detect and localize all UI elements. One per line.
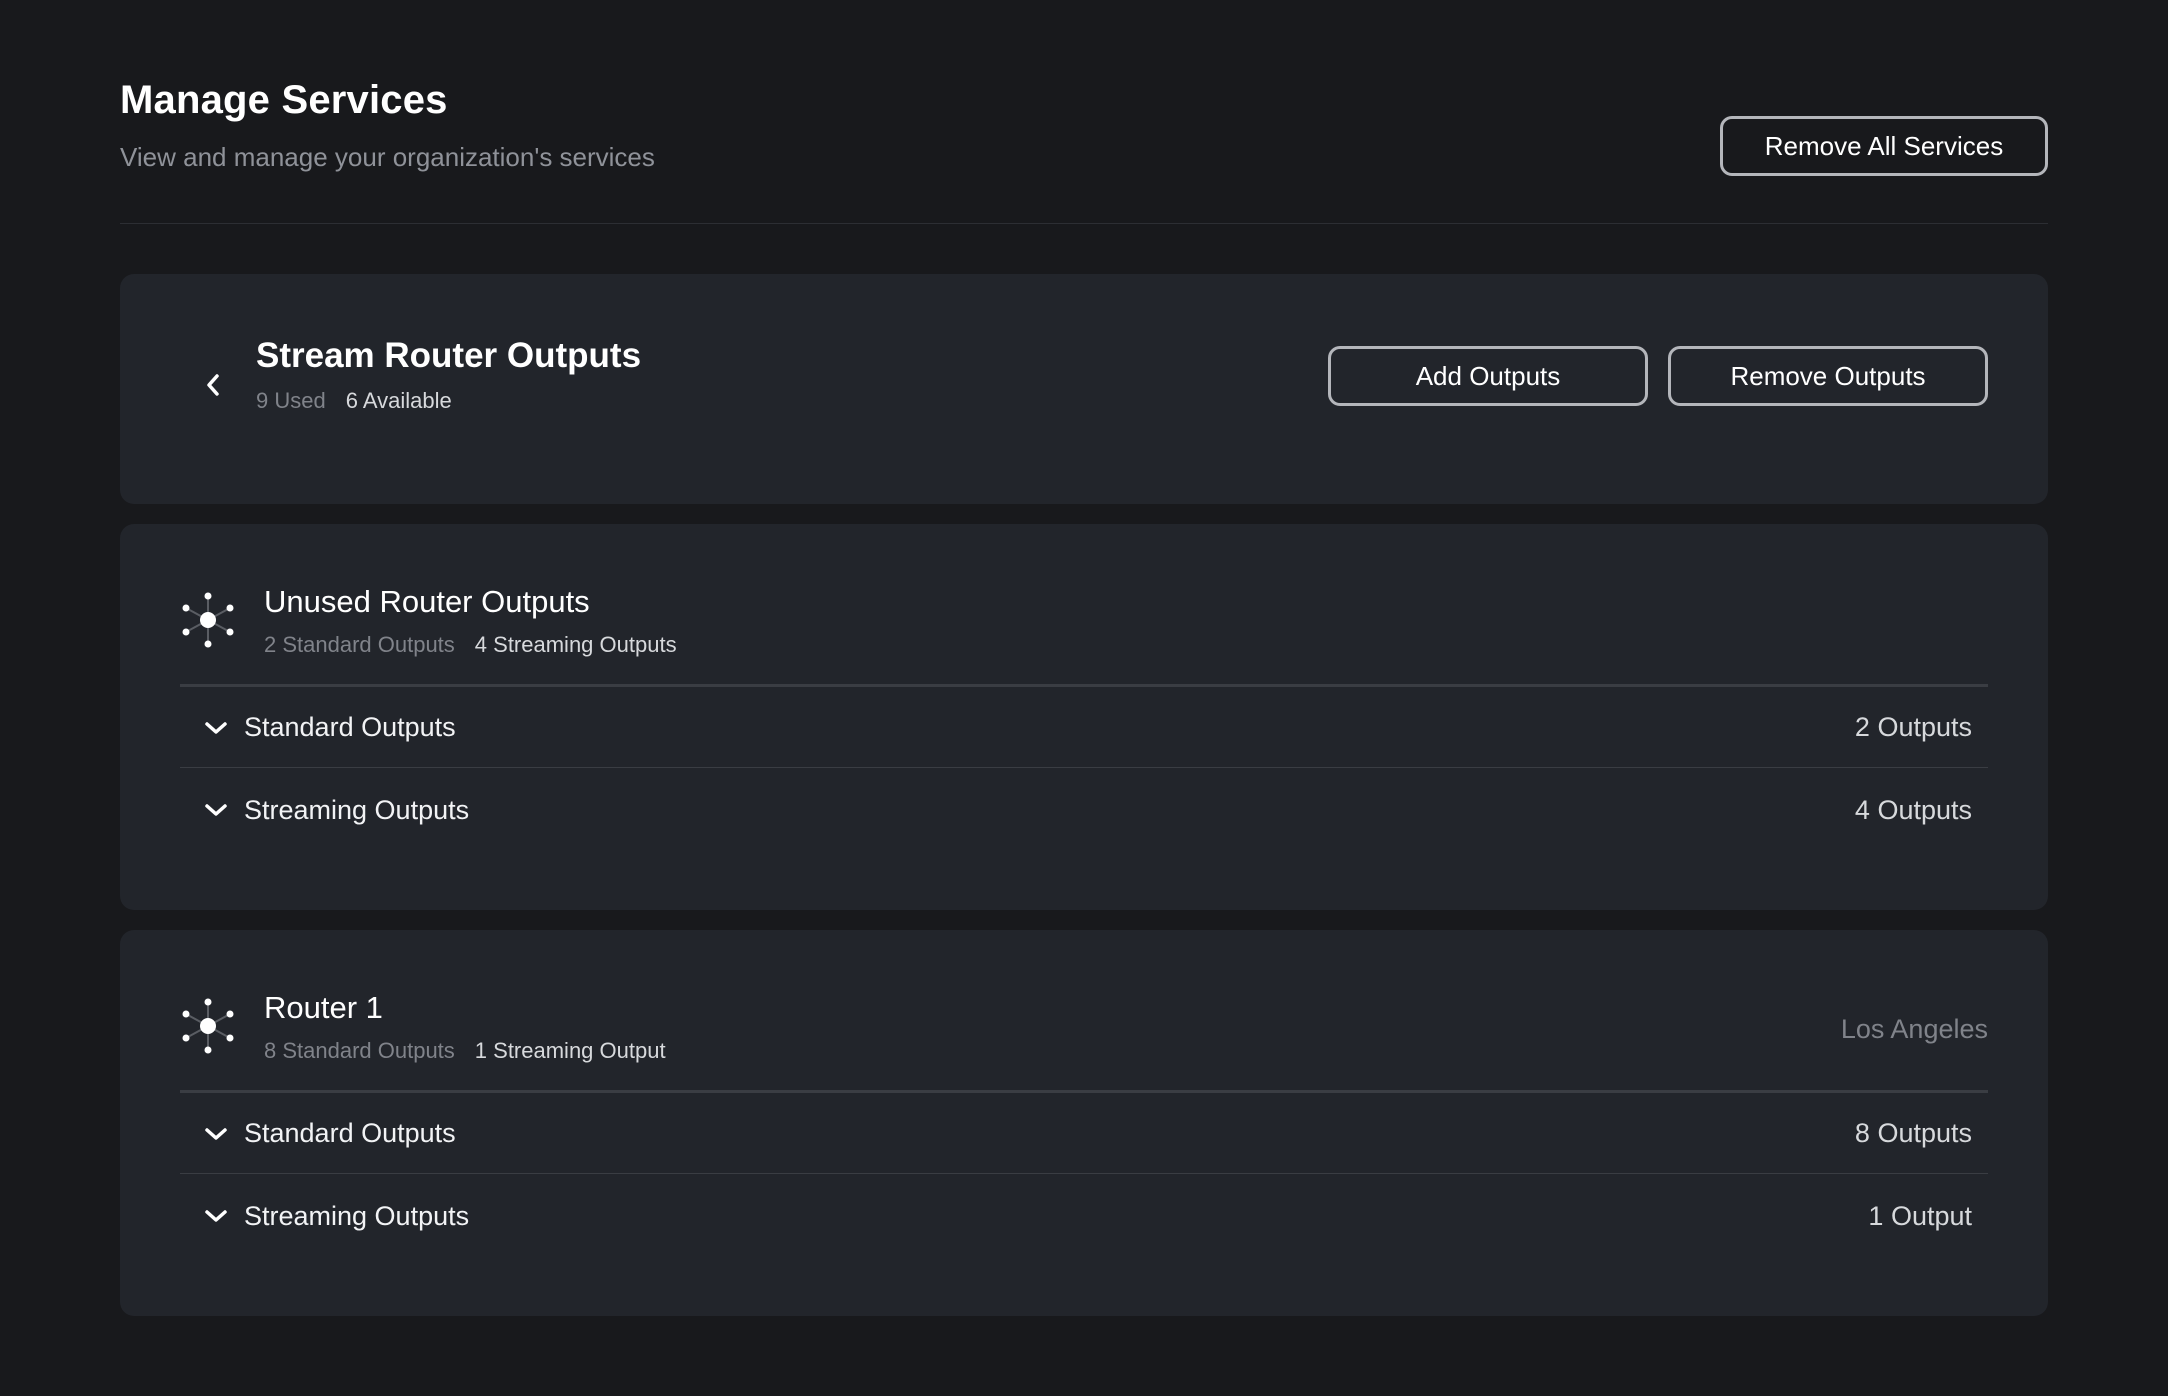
row-label: Standard Outputs	[244, 712, 456, 742]
standard-outputs-row[interactable]: Standard Outputs 2 Outputs	[180, 688, 1988, 768]
router-location: Los Angeles	[1840, 1014, 1988, 1044]
row-label: Streaming Outputs	[244, 1200, 470, 1231]
service-title: Stream Router Outputs	[256, 336, 642, 375]
router-hub-icon	[180, 998, 236, 1054]
router-group-card: Router 1 8 Standard Outputs 1 Streaming …	[120, 930, 2048, 1316]
chevron-down-icon[interactable]	[196, 790, 236, 830]
row-label: Standard Outputs	[244, 1118, 456, 1148]
service-usage: 9 Used 6 Available	[256, 388, 452, 414]
streaming-outputs-row[interactable]: Streaming Outputs 1 Output	[180, 1176, 1988, 1256]
router-summary: 2 Standard Outputs 4 Streaming Outputs	[264, 632, 677, 658]
row-count: 8 Outputs	[1854, 1118, 1972, 1148]
standard-outputs-row[interactable]: Standard Outputs 8 Outputs	[180, 1094, 1988, 1174]
page-title: Manage Services	[120, 78, 448, 122]
router-group-card: Unused Router Outputs 2 Standard Outputs…	[120, 524, 2048, 910]
chevron-down-icon[interactable]	[196, 1114, 236, 1154]
streaming-outputs-summary: 4 Streaming Outputs	[474, 632, 677, 657]
row-count: 1 Output	[1868, 1200, 1972, 1231]
remove-all-services-button[interactable]: Remove All Services	[1720, 116, 2048, 176]
router-name: Router 1	[264, 990, 383, 1025]
chevron-down-icon[interactable]	[196, 1196, 236, 1236]
chevron-left-icon[interactable]	[196, 368, 230, 402]
router-hub-icon	[180, 592, 236, 648]
divider	[180, 684, 1988, 687]
streaming-outputs-summary: 1 Streaming Output	[474, 1038, 666, 1063]
page-subtitle: View and manage your organization's serv…	[120, 142, 655, 172]
router-summary: 8 Standard Outputs 1 Streaming Output	[264, 1038, 666, 1064]
manage-services-page: Manage Services View and manage your org…	[0, 0, 2168, 1396]
service-summary-card: Stream Router Outputs 9 Used 6 Available…	[120, 274, 2048, 504]
row-count: 2 Outputs	[1854, 712, 1972, 742]
router-name: Unused Router Outputs	[264, 584, 590, 619]
add-outputs-button[interactable]: Add Outputs	[1328, 346, 1648, 406]
standard-outputs-summary: 2 Standard Outputs	[264, 632, 455, 657]
row-label: Streaming Outputs	[244, 794, 470, 825]
page-header: Manage Services View and manage your org…	[120, 78, 2048, 224]
available-count: 6 Available	[345, 388, 452, 413]
streaming-outputs-row[interactable]: Streaming Outputs 4 Outputs	[180, 770, 1988, 850]
standard-outputs-summary: 8 Standard Outputs	[264, 1038, 455, 1063]
remove-outputs-button[interactable]: Remove Outputs	[1668, 346, 1988, 406]
used-count: 9 Used	[256, 388, 326, 413]
chevron-down-icon[interactable]	[196, 708, 236, 748]
row-count: 4 Outputs	[1854, 794, 1972, 825]
divider	[180, 1090, 1988, 1093]
